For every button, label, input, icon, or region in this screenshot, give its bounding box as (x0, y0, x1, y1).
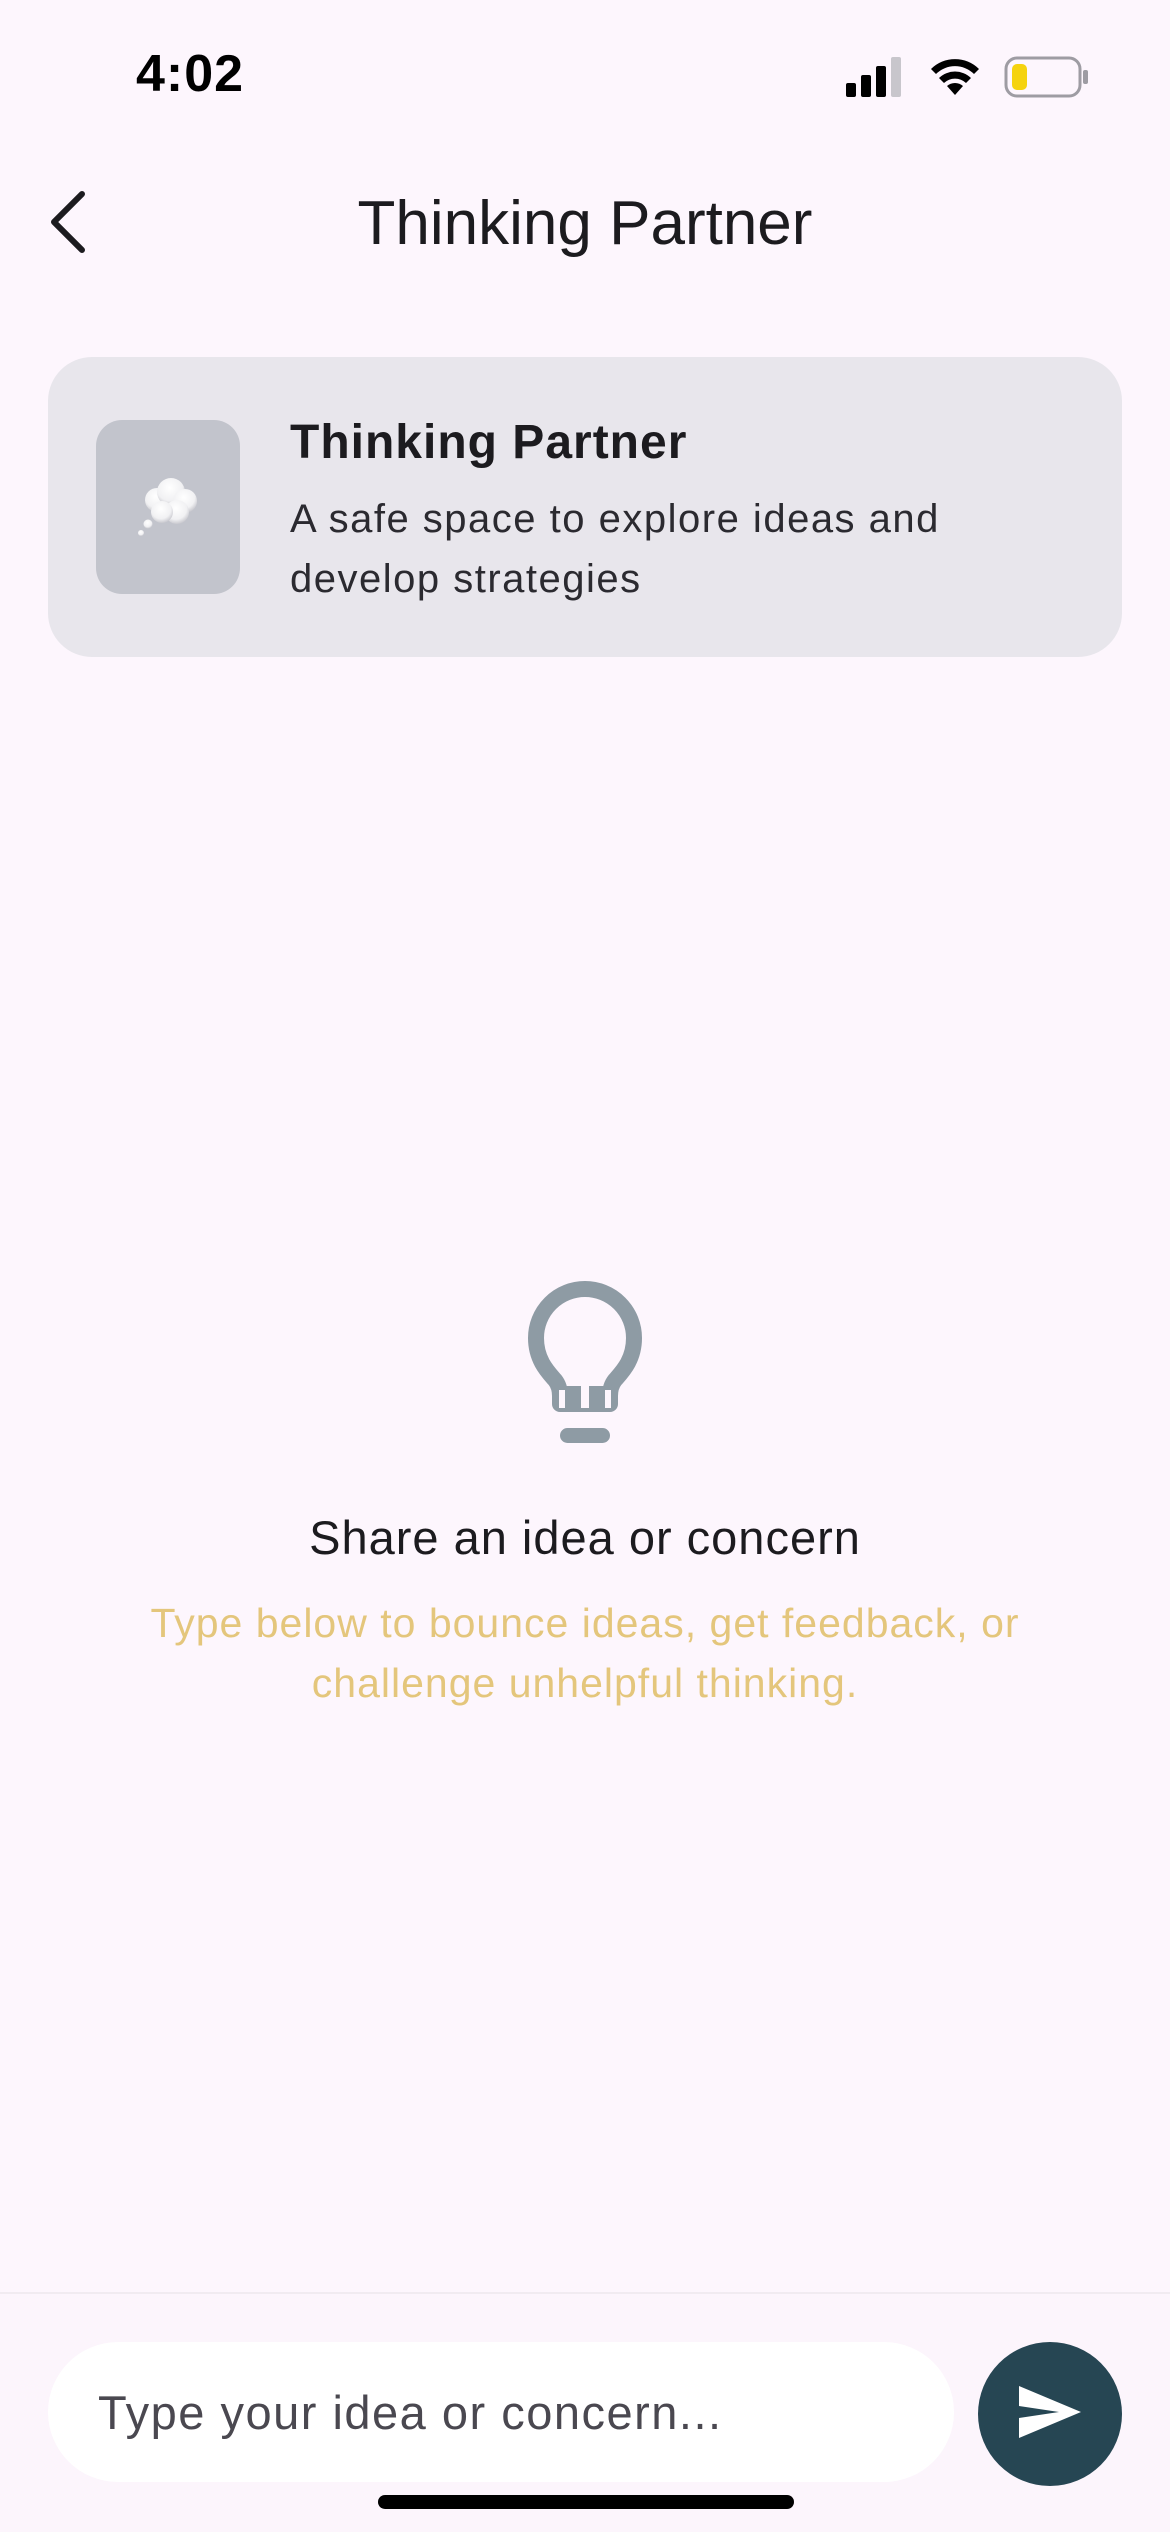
page-title: Thinking Partner (357, 189, 813, 258)
intro-card: Thinking Partner A safe space to explore… (48, 357, 1122, 657)
thought-bubble-icon (133, 470, 203, 545)
wifi-icon (928, 57, 982, 102)
empty-state-subtitle: Type below to bounce ideas, get feedback… (150, 1600, 1020, 1706)
cellular-signal-icon (846, 57, 906, 102)
status-bar: 4:02 (0, 0, 1170, 150)
thinking-partner-screen: 4:02 Thinking Partner Thinking Partner A… (0, 0, 1170, 2532)
status-time: 4:02 (136, 45, 245, 103)
status-icons (846, 56, 1090, 103)
message-composer (0, 2292, 1170, 2532)
lightbulb-icon (527, 1280, 643, 1450)
empty-state-title: Share an idea or concern (309, 1511, 861, 1564)
home-indicator (378, 2495, 794, 2509)
empty-state: Share an idea or concern Type below to b… (0, 1280, 1170, 1713)
idea-input[interactable] (48, 2342, 954, 2482)
send-button[interactable] (978, 2342, 1122, 2486)
top-app-bar: Thinking Partner (0, 150, 1170, 300)
card-title: Thinking Partner (290, 416, 688, 469)
send-icon (1015, 2382, 1085, 2447)
battery-icon (1004, 56, 1090, 103)
card-description: A safe space to explore ideas and develo… (290, 497, 940, 601)
card-icon-tile (96, 420, 240, 594)
